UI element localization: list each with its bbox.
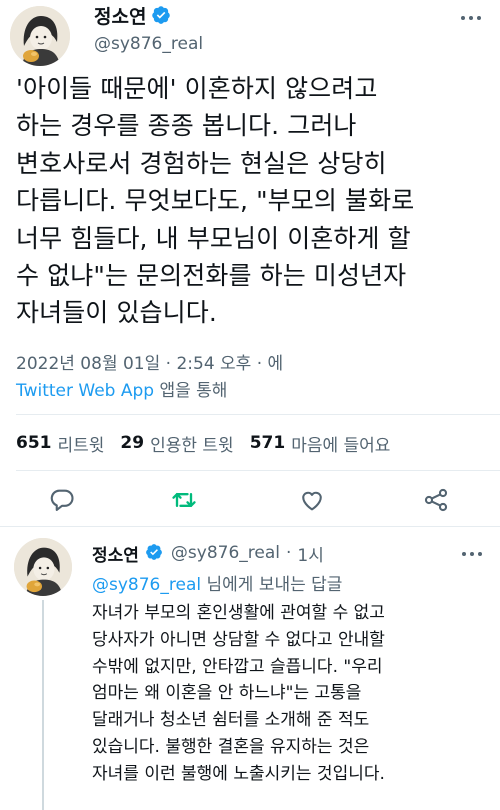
reply-author-handle[interactable]: @sy876_real	[171, 543, 280, 563]
reply-text-line: 달래거나 청소년 쉼터를 소개해 준 적도	[92, 710, 370, 731]
tweet-text-line: '아이들 때문에' 이혼하지 않으려고	[16, 74, 378, 103]
tweet-action-bar	[0, 480, 500, 520]
likes-label[interactable]: 마음에 들어요	[291, 431, 390, 456]
reply-text-line: 당사자가 아니면 상담할 수 없다고 안내할	[92, 629, 385, 650]
tweet-text-line: 너무 힘들다, 내 부모님이 이혼하게 할	[16, 223, 411, 253]
separator-dot: ·	[286, 543, 292, 563]
reply-text-line: 수밖에 없지만, 안타깝고 슬픕니다. "우리	[92, 656, 383, 677]
author-name[interactable]: 정소연	[94, 2, 146, 29]
divider	[0, 526, 500, 527]
heart-icon[interactable]	[298, 486, 326, 514]
tweet-detail-page: 정소연 @sy876_real '아이들 때문에' 이혼하지 않으려고 하는 경…	[0, 0, 500, 810]
more-dots-icon[interactable]	[456, 8, 486, 28]
verified-badge-icon	[145, 543, 165, 563]
reply-author-name[interactable]: 정소연	[92, 541, 139, 566]
author-name-row: 정소연	[94, 2, 171, 28]
quotes-label[interactable]: 인용한 트윗	[150, 431, 234, 456]
quotes-count[interactable]: 29	[120, 433, 144, 453]
divider	[16, 470, 500, 471]
tweet-text-line: 수 없냐"는 문의전화를 하는 미성년자	[16, 261, 407, 291]
avatar-illustration	[10, 6, 70, 66]
tweet-text-line: 다릅니다. 무엇보다도, "부모의 불화로	[16, 186, 415, 216]
retweets-label[interactable]: 리트윗	[58, 431, 105, 456]
reply-author-avatar[interactable]	[14, 538, 72, 596]
retweets-count[interactable]: 651	[16, 433, 52, 453]
tweet-source: Twitter Web App 앱을 통해	[16, 376, 227, 401]
reply-header: 정소연 @sy876_real · 1시	[92, 541, 324, 566]
share-icon[interactable]	[422, 486, 450, 514]
tweet-timestamp[interactable]: 2022년 08월 01일 · 2:54 오후 · 에	[16, 349, 283, 374]
avatar-illustration	[14, 538, 72, 596]
reply-text-line: 자녀가 부모의 혼인생활에 관여할 수 없고	[92, 603, 385, 623]
tweet-text-line: 하는 경우를 종종 봅니다. 그러나	[16, 111, 357, 141]
more-dots-icon[interactable]	[458, 545, 486, 563]
reply-text-line: 자녀를 이런 불행에 노출시키는 것입니다.	[92, 763, 385, 784]
reply-bubble-icon[interactable]	[48, 486, 76, 514]
author-avatar[interactable]	[10, 6, 70, 66]
reply-text-line: 엄마는 왜 이혼을 안 하느냐"는 고통을	[92, 683, 362, 704]
tweet-text: '아이들 때문에' 이혼하지 않으려고 하는 경우를 종종 봅니다. 그러나 변…	[16, 70, 496, 332]
reply-text-line: 있습니다. 불행한 결혼을 유지하는 것은	[92, 736, 370, 757]
tweet-text-line: 변호사로서 경험하는 현실은 상당히	[16, 148, 387, 178]
reply-time[interactable]: 1시	[297, 541, 323, 566]
source-app-link[interactable]: Twitter Web App	[16, 381, 154, 401]
retweet-icon[interactable]	[170, 486, 198, 514]
thread-line	[42, 600, 44, 810]
replying-to-line: @sy876_real 님에게 보내는 답글	[92, 570, 342, 595]
divider	[16, 414, 500, 415]
verified-badge-icon	[151, 5, 171, 25]
tweet-text-line: 자녀들이 있습니다.	[16, 298, 217, 328]
source-suffix: 앱을 통해	[154, 381, 228, 401]
reply-to-suffix: 님에게 보내는 답글	[201, 575, 343, 595]
author-handle[interactable]: @sy876_real	[94, 34, 203, 54]
reply-to-mention[interactable]: @sy876_real	[92, 575, 201, 595]
likes-count[interactable]: 571	[250, 433, 286, 453]
tweet-stats: 651 리트윗 29 인용한 트윗 571 마음에 들어요	[16, 430, 406, 456]
reply-text: 자녀가 부모의 혼인생활에 관여할 수 없고 당사자가 아니면 상담할 수 없다…	[92, 600, 496, 788]
